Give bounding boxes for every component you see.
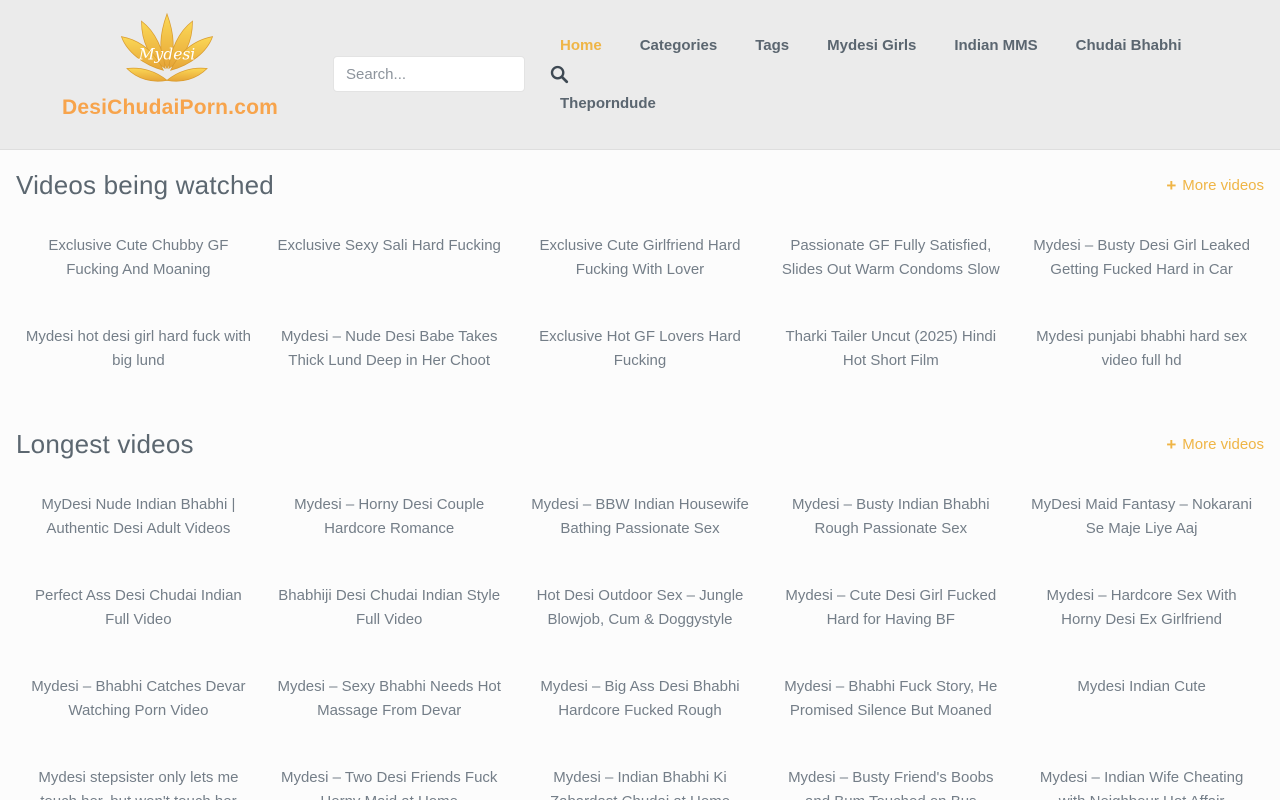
video-title-link[interactable]: Exclusive Cute Chubby GF Fucking And Moa… — [14, 234, 263, 282]
video-title-link[interactable]: Mydesi – BBW Indian Housewife Bathing Pa… — [516, 493, 765, 541]
video-title-link[interactable]: Mydesi – Busty Friend's Boobs and Bum To… — [766, 766, 1015, 800]
nav-item-categories[interactable]: Categories — [640, 36, 718, 56]
video-title-link[interactable]: Hot Desi Outdoor Sex – Jungle Blowjob, C… — [516, 584, 765, 632]
video-title-link[interactable]: Mydesi – Sexy Bhabhi Needs Hot Massage F… — [265, 675, 514, 723]
site-logo[interactable]: Mydesi DesiChudaiPorn.com — [62, 12, 272, 120]
lotus-logo-icon: Mydesi — [106, 12, 228, 94]
main-nav: Home Categories Tags Mydesi Girls Indian MMS… — [560, 36, 1200, 114]
video-grid: MyDesi Nude Indian Bhabhi | Authentic De… — [14, 493, 1266, 800]
search-input[interactable] — [334, 66, 549, 83]
video-title-link[interactable]: Mydesi – Horny Desi Couple Hardcore Roma… — [265, 493, 514, 541]
video-title-link[interactable]: Mydesi – Bhabhi Fuck Story, He Promised … — [766, 675, 1015, 723]
video-title-link[interactable]: Mydesi – Two Desi Friends Fuck Horny Mai… — [265, 766, 514, 800]
video-title-link[interactable]: Mydesi Indian Cute — [1017, 675, 1266, 723]
video-section-0: Videos being watched + More videos Exclusiv… — [14, 168, 1266, 373]
more-videos-link[interactable]: + More videos — [1166, 436, 1264, 453]
video-title-link[interactable]: Mydesi – Big Ass Desi Bhabhi Hardcore Fu… — [516, 675, 765, 723]
video-title-link[interactable]: Mydesi – Nude Desi Babe Takes Thick Lund… — [265, 325, 514, 373]
video-title-link[interactable]: Bhabhiji Desi Chudai Indian Style Full V… — [265, 584, 514, 632]
section-title: Longest videos — [16, 429, 194, 460]
video-title-link[interactable]: Mydesi – Indian Wife Cheating with Neigh… — [1017, 766, 1266, 800]
nav-item-theporndude[interactable]: Theporndude — [560, 94, 656, 114]
section-head: Longest videos + More videos — [16, 427, 1264, 461]
video-title-link[interactable]: Mydesi – Cute Desi Girl Fucked Hard for … — [766, 584, 1015, 632]
video-grid: Exclusive Cute Chubby GF Fucking And Moa… — [14, 234, 1266, 373]
video-title-link[interactable]: Mydesi stepsister only lets me touch her… — [14, 766, 263, 800]
video-title-link[interactable]: Perfect Ass Desi Chudai Indian Full Vide… — [14, 584, 263, 632]
video-title-link[interactable]: MyDesi Maid Fantasy – Nokarani Se Maje L… — [1017, 493, 1266, 541]
page: Mydesi DesiChudaiPorn.com Home Categories… — [0, 0, 1280, 800]
section-title: Videos being watched — [16, 170, 274, 201]
logo-script-text: Mydesi — [138, 45, 196, 63]
video-title-link[interactable]: Mydesi – Busty Indian Bhabhi Rough Passi… — [766, 493, 1015, 541]
video-title-link[interactable]: Mydesi hot desi girl hard fuck with big … — [14, 325, 263, 373]
video-title-link[interactable]: MyDesi Nude Indian Bhabhi | Authentic De… — [14, 493, 263, 541]
more-videos-label: More videos — [1182, 436, 1264, 453]
video-title-link[interactable]: Mydesi – Indian Bhabhi Ki Zabardast Chud… — [516, 766, 765, 800]
plus-icon: + — [1166, 177, 1176, 194]
search-box — [333, 56, 525, 92]
site-name: DesiChudaiPorn.com — [62, 96, 272, 120]
video-title-link[interactable]: Mydesi punjabi bhabhi hard sex video ful… — [1017, 325, 1266, 373]
nav-item-home[interactable]: Home — [560, 36, 602, 56]
video-title-link[interactable]: Tharki Tailer Uncut (2025) Hindi Hot Sho… — [766, 325, 1015, 373]
plus-icon: + — [1166, 436, 1176, 453]
nav-item-indian-mms[interactable]: Indian MMS — [954, 36, 1037, 56]
more-videos-label: More videos — [1182, 177, 1264, 194]
more-videos-link[interactable]: + More videos — [1166, 177, 1264, 194]
video-title-link[interactable]: Exclusive Hot GF Lovers Hard Fucking — [516, 325, 765, 373]
video-title-link[interactable]: Passionate GF Fully Satisfied, Slides Ou… — [766, 234, 1015, 282]
video-section-1: Longest videos + More videos MyDesi Nude In… — [14, 427, 1266, 800]
nav-item-tags[interactable]: Tags — [755, 36, 789, 56]
section-head: Videos being watched + More videos — [16, 168, 1264, 202]
main-content: Videos being watched + More videos Exclusiv… — [0, 168, 1280, 800]
video-title-link[interactable]: Mydesi – Bhabhi Catches Devar Watching P… — [14, 675, 263, 723]
video-title-link[interactable]: Mydesi – Hardcore Sex With Horny Desi Ex… — [1017, 584, 1266, 632]
site-header: Mydesi DesiChudaiPorn.com Home Categories… — [0, 0, 1280, 150]
nav-item-mydesi-girls[interactable]: Mydesi Girls — [827, 36, 916, 56]
nav-item-chudai-bhabhi[interactable]: Chudai Bhabhi — [1076, 36, 1182, 56]
video-title-link[interactable]: Mydesi – Busty Desi Girl Leaked Getting … — [1017, 234, 1266, 282]
video-title-link[interactable]: Exclusive Cute Girlfriend Hard Fucking W… — [516, 234, 765, 282]
video-title-link[interactable]: Exclusive Sexy Sali Hard Fucking — [265, 234, 514, 282]
